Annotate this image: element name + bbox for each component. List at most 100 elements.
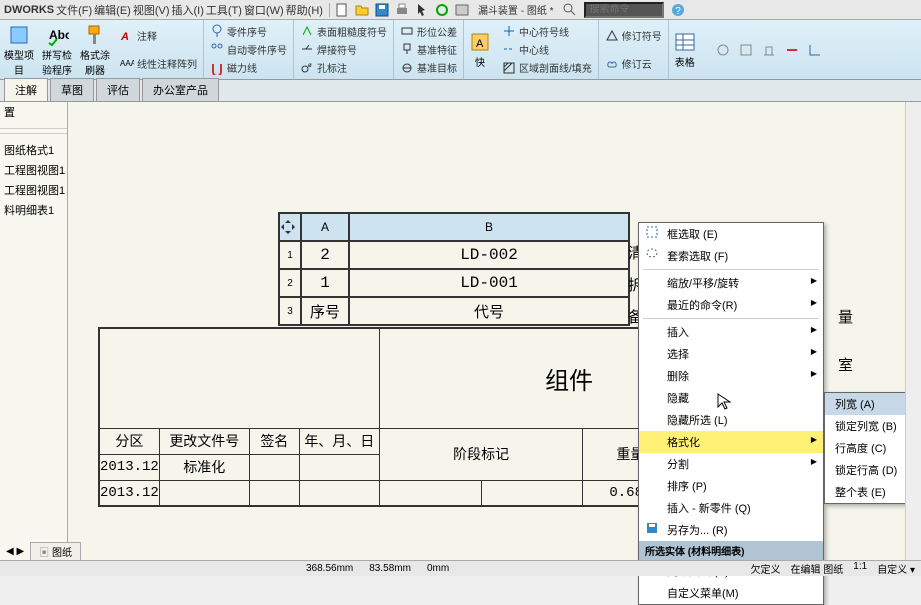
tree-item[interactable]: 工程图视图1 (0, 160, 67, 180)
ctx-column-width[interactable]: 列宽 (A) (825, 393, 917, 415)
open-icon[interactable] (354, 2, 370, 18)
ribbon-revision-cloud[interactable]: 修订云 (605, 56, 662, 71)
ribbon-weld-symbol[interactable]: 焊接符号 (300, 42, 387, 57)
ribbon-block[interactable]: A 快 (464, 20, 496, 79)
view-icon-2[interactable] (738, 42, 754, 58)
ctx-row-height[interactable]: 行高度 (C) (825, 437, 917, 459)
ribbon-hole-callout[interactable]: ø孔标注 (300, 60, 387, 75)
ctx-format[interactable]: 格式化 (639, 431, 823, 453)
status-editing: 在编辑 图纸 (791, 561, 844, 576)
ribbon-centerline[interactable]: 中心线 (502, 42, 592, 57)
tab-sketch[interactable]: 草图 (50, 78, 94, 101)
menu-file[interactable]: 文件(F) (56, 2, 92, 18)
bom-table[interactable]: A B 1 2 LD-002 2 1 LD-001 3 序号 代号 (278, 212, 630, 326)
tab-office[interactable]: 办公室产品 (142, 78, 219, 101)
ribbon-balloon[interactable]: 零件序号 (210, 24, 287, 39)
ctx-recent-commands[interactable]: 最近的命令(R) (639, 294, 823, 316)
status-state: 欠定义 (751, 561, 781, 576)
ribbon-datum-feature[interactable]: 基准特征 (400, 42, 457, 57)
ctx-split[interactable]: 分割 (639, 453, 823, 475)
ribbon-format-painter[interactable]: 格式涂刷器 (76, 20, 114, 79)
move-icon[interactable] (280, 219, 296, 235)
tab-evaluate[interactable]: 评估 (96, 78, 140, 101)
ribbon-spell-check[interactable]: Abc 拼写检验程序 (38, 20, 76, 79)
arrow-icon[interactable] (414, 2, 430, 18)
rebuild-icon[interactable] (434, 2, 450, 18)
view-icon-5[interactable] (807, 42, 823, 58)
ctx-entire-table[interactable]: 整个表 (E) (825, 481, 917, 503)
svg-text:AAA: AAA (120, 59, 134, 68)
menu-window[interactable]: 窗口(W) (244, 2, 284, 18)
status-scale[interactable]: 1:1 (853, 561, 867, 576)
ctx-lock-col-width[interactable]: 锁定列宽 (B) (825, 415, 917, 437)
col-header-a[interactable]: A (301, 213, 349, 241)
ribbon-surface-finish[interactable]: 表面粗糙度符号 (300, 24, 387, 39)
col-header-b[interactable]: B (349, 213, 629, 241)
status-y: 83.58mm (369, 563, 411, 574)
ctx-customize-menu[interactable]: 自定义菜单(M) (639, 582, 823, 604)
ribbon-datum-target[interactable]: 基准目标 (400, 60, 457, 75)
tree-item[interactable]: 置 (0, 102, 67, 122)
ctx-section-header: 所选实体 (材料明细表) (639, 541, 823, 560)
status-z: 0mm (427, 563, 449, 574)
options-icon[interactable] (454, 2, 470, 18)
menu-help[interactable]: 帮助(H) (286, 2, 323, 18)
tree-item[interactable]: 料明细表1 (0, 200, 67, 220)
ribbon-revision-symbol[interactable]: 修订符号 (605, 28, 662, 43)
menu-insert[interactable]: 插入(I) (172, 2, 204, 18)
ribbon-magnetic-line[interactable]: 磁力线 (210, 60, 287, 75)
menu-edit[interactable]: 编辑(E) (94, 2, 131, 18)
ctx-lasso-select[interactable]: 套索选取 (F) (639, 245, 823, 267)
ctx-save-as[interactable]: 另存为... (R) (639, 519, 823, 541)
svg-text:A: A (120, 31, 129, 43)
view-icon-3[interactable] (761, 42, 777, 58)
ctx-delete[interactable]: 删除 (639, 365, 823, 387)
sheet-nav-icon[interactable]: ◀ ▶ (0, 546, 30, 557)
ctx-sort[interactable]: 排序 (P) (639, 475, 823, 497)
ribbon-center-mark[interactable]: 中心符号线 (502, 24, 592, 39)
ribbon-auto-balloon[interactable]: 自动零件序号 (210, 42, 287, 57)
tree-item[interactable]: 图纸格式1 (0, 140, 67, 160)
svg-text:?: ? (675, 6, 681, 17)
ctx-insert[interactable]: 插入 (639, 321, 823, 343)
print-icon[interactable] (394, 2, 410, 18)
ctx-insert-new-part[interactable]: 插入 - 新零件 (Q) (639, 497, 823, 519)
new-icon[interactable] (334, 2, 350, 18)
document-title: 漏斗装置 - 图纸 * (478, 2, 554, 17)
view-icon-1[interactable] (715, 42, 731, 58)
right-scrollbar[interactable] (905, 102, 921, 560)
view-icon-4[interactable] (784, 42, 800, 58)
status-bar: 368.56mm 83.58mm 0mm 欠定义 在编辑 图纸 1:1 自定义 … (0, 560, 921, 576)
menu-view[interactable]: 视图(V) (133, 2, 170, 18)
search-input[interactable] (584, 2, 664, 18)
ribbon-area-hatch[interactable]: 区域剖面线/填充 (502, 60, 592, 75)
ribbon-tables[interactable]: 表格 (669, 20, 701, 79)
ribbon-model-items[interactable]: 模型项目 (0, 20, 38, 79)
ribbon-note[interactable]: A注释 (120, 28, 197, 43)
tree-item[interactable]: 工程图视图1 (0, 180, 67, 200)
menu-bar: DWORKS 文件(F) 编辑(E) 视图(V) 插入(I) 工具(T) 窗口(… (0, 0, 921, 20)
ctx-box-select[interactable]: 框选取 (E) (639, 223, 823, 245)
ribbon-linear-pattern[interactable]: AAA线性注释阵列 (120, 56, 197, 71)
save-icon[interactable] (374, 2, 390, 18)
cell-fragment: 室 (838, 354, 853, 375)
ctx-select[interactable]: 选择 (639, 343, 823, 365)
help-icon[interactable]: ? (670, 2, 686, 18)
status-x: 368.56mm (306, 563, 353, 574)
cell-fragment: 量 (838, 306, 853, 327)
table-row[interactable]: 2 1 LD-001 (279, 269, 629, 297)
context-submenu-format: 列宽 (A) 锁定列宽 (B) 行高度 (C) 锁定行高 (D) 整个表 (E) (824, 392, 918, 504)
ctx-lock-row-height[interactable]: 锁定行高 (D) (825, 459, 917, 481)
context-menu: 框选取 (E) 套索选取 (F) 缩放/平移/旋转 最近的命令(R) 插入 选择… (638, 222, 824, 605)
sheet-tab[interactable]: ▣ 图纸 (30, 542, 81, 561)
tab-annotations[interactable]: 注解 (4, 78, 48, 101)
status-custom[interactable]: 自定义 ▾ (877, 561, 915, 576)
svg-text:Abc: Abc (49, 28, 69, 42)
search-icon[interactable] (562, 2, 578, 18)
menu-tools[interactable]: 工具(T) (206, 2, 242, 18)
ctx-hide-selected[interactable]: 隐藏所选 (L) (639, 409, 823, 431)
table-row[interactable]: 1 2 LD-002 (279, 241, 629, 269)
table-row[interactable]: 3 序号 代号 (279, 297, 629, 325)
ctx-zoom-pan-rotate[interactable]: 缩放/平移/旋转 (639, 272, 823, 294)
ribbon-gtol[interactable]: 形位公差 (400, 24, 457, 39)
